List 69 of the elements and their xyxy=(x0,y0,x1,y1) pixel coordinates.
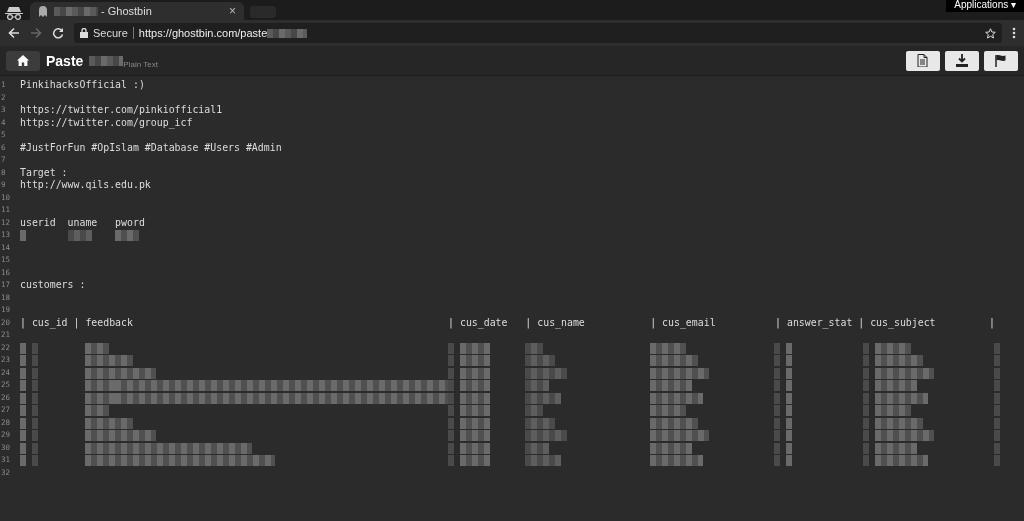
document-icon xyxy=(917,54,929,67)
pixelated-block xyxy=(460,455,490,466)
pixelated-block xyxy=(460,405,490,416)
pixelated-block xyxy=(54,6,98,16)
flag-button[interactable] xyxy=(984,50,1018,71)
code-line: userid uname pword xyxy=(20,216,145,229)
home-icon xyxy=(17,55,29,66)
pixelated-block xyxy=(460,380,490,391)
pixelated-block xyxy=(89,55,124,66)
pixelated-block xyxy=(875,455,928,466)
back-button[interactable] xyxy=(8,27,20,39)
pixelated-block xyxy=(650,355,698,366)
code-line: https://twitter.com/pinkiofficial1 xyxy=(20,104,223,117)
reload-icon xyxy=(52,27,64,39)
pixelated-block xyxy=(650,342,686,354)
security-label: Secure xyxy=(93,27,128,39)
pixelated-block xyxy=(875,430,934,441)
code-line: | cus_id | feedback | cus_date | cus_name | cus_email | answer_stat | cus_subject | xyxy=(20,316,996,329)
code-line: customers : xyxy=(20,279,86,292)
raw-button[interactable] xyxy=(906,50,940,71)
pixelated-block xyxy=(460,392,490,404)
back-arrow-icon xyxy=(8,27,20,39)
download-icon xyxy=(956,54,968,67)
language-label: Plain Text xyxy=(123,60,158,69)
tab-title: - Ghostbin xyxy=(54,5,223,17)
incognito-icon xyxy=(4,6,24,20)
applications-menu[interactable]: Applications ▾ xyxy=(946,0,1024,12)
pixelated-block xyxy=(875,380,917,391)
code-line: Target : xyxy=(20,166,68,179)
paste-title: Paste xyxy=(46,52,84,69)
pixelated-block xyxy=(875,342,911,354)
pixelated-block xyxy=(875,417,923,429)
pixelated-block xyxy=(460,342,490,354)
pixelated-block xyxy=(460,430,490,441)
pixelated-block xyxy=(650,455,703,466)
home-button[interactable] xyxy=(6,50,40,71)
pixelated-block xyxy=(650,367,709,379)
pixelated-block xyxy=(875,355,923,366)
pixelated-block xyxy=(460,417,490,429)
code-line: http://www.qils.edu.pk xyxy=(20,179,151,192)
forward-arrow-icon xyxy=(30,27,42,39)
pixelated-block xyxy=(68,230,92,241)
download-button[interactable] xyxy=(945,50,979,71)
pixelated-block xyxy=(650,430,709,441)
pixelated-block xyxy=(875,367,934,379)
ghost-icon xyxy=(38,5,48,17)
flag-icon xyxy=(995,54,1007,67)
pixelated-block xyxy=(115,230,139,241)
menu-dots-icon xyxy=(1012,27,1016,39)
code-line: PinkihacksOfficial :) xyxy=(20,79,145,92)
pixelated-block xyxy=(460,355,490,366)
code-line: #JustForFun #OpIslam #Database #Users #Admin xyxy=(20,141,282,154)
lock-icon xyxy=(80,28,88,38)
reload-button[interactable] xyxy=(52,27,64,39)
code-line: https://twitter.com/group_icf xyxy=(20,116,193,129)
url-text: https://ghostbin.com/paste xyxy=(138,27,308,39)
pixelated-block xyxy=(460,442,490,454)
pixelated-block xyxy=(460,367,490,379)
pixelated-block xyxy=(875,442,917,454)
pixelated-block xyxy=(267,28,308,38)
pixelated-block xyxy=(650,380,692,391)
pixelated-block xyxy=(20,230,26,241)
browser-tab[interactable]: - Ghostbin × xyxy=(30,2,244,20)
pixelated-block xyxy=(650,442,692,454)
menu-button[interactable] xyxy=(1012,27,1016,39)
star-icon xyxy=(985,27,996,39)
address-bar[interactable]: Secure https://ghostbin.com/paste xyxy=(74,23,1002,43)
pixelated-block xyxy=(650,417,698,429)
close-button[interactable]: × xyxy=(229,4,236,18)
